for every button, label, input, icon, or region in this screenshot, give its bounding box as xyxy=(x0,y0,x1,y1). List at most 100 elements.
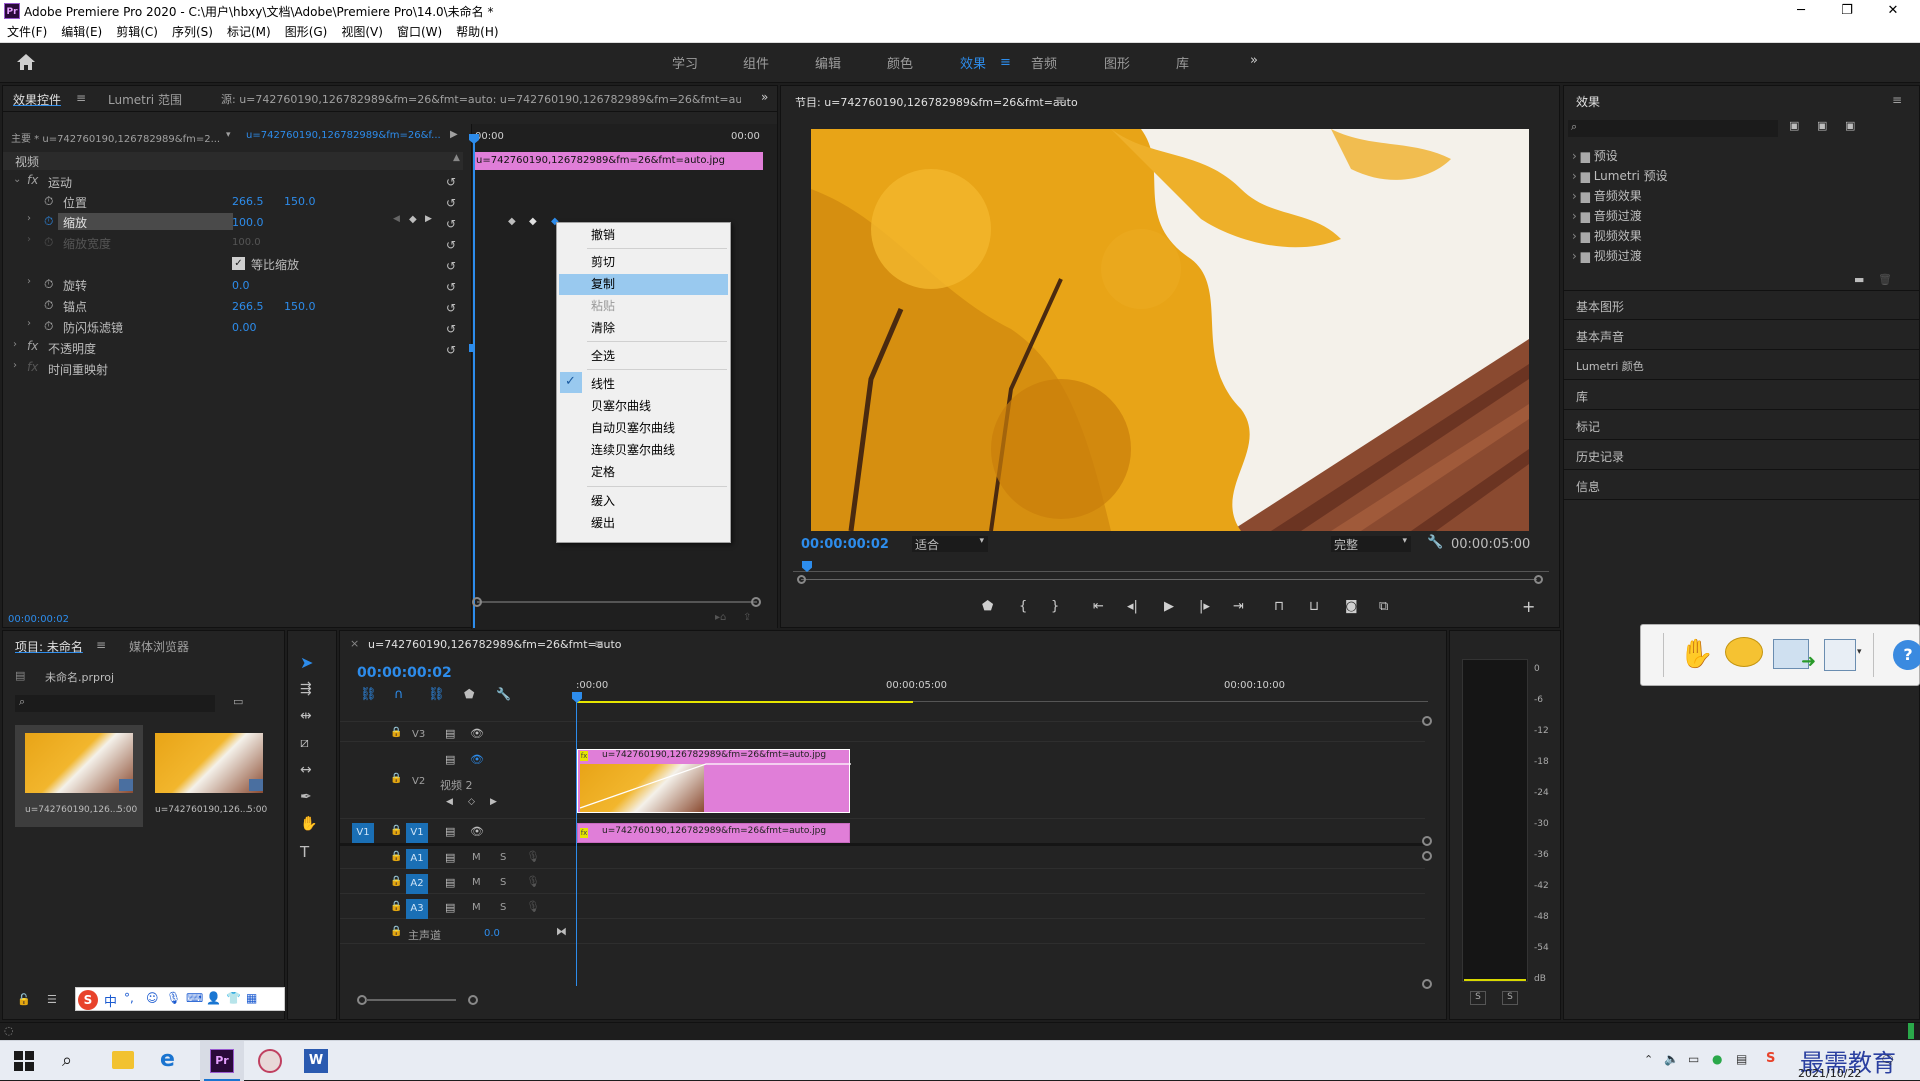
zoom-doc-icon[interactable] xyxy=(1824,639,1856,671)
comment-icon[interactable] xyxy=(1725,637,1763,667)
reset-opacity-icon[interactable]: ↺ xyxy=(446,340,456,361)
v-scroll-handle[interactable] xyxy=(1422,836,1432,846)
folder-audio-effects[interactable]: › ▆ 音频效果 xyxy=(1572,186,1668,206)
menu-item-cut[interactable]: 剪切 xyxy=(559,252,728,273)
chevron-down-icon[interactable]: ▾ xyxy=(1857,647,1862,657)
yuv-effects-icon[interactable]: ▣ xyxy=(1845,119,1855,132)
track-target-a1[interactable]: A1 xyxy=(406,849,428,869)
windows-start-icon[interactable] xyxy=(14,1051,34,1071)
user-icon[interactable]: 👤 xyxy=(206,991,221,1005)
reset-scale-icon[interactable]: ↺ xyxy=(446,214,456,235)
solo-a2[interactable]: S xyxy=(500,877,506,888)
compare-icon[interactable]: ⧉ xyxy=(1379,599,1388,614)
search-icon[interactable]: ⌕ xyxy=(62,1050,72,1071)
clip-label[interactable]: u=742760190,126782989&fm=26&f... xyxy=(246,130,441,141)
scale-value[interactable]: 100.0 xyxy=(232,216,264,229)
lock-icon[interactable]: 🔒 xyxy=(390,773,402,784)
menu-item-undo[interactable]: 撤销 xyxy=(559,225,728,246)
track-select-tool-icon[interactable]: ⇶ xyxy=(300,681,312,697)
program-ruler[interactable] xyxy=(793,562,1549,572)
h-scroll-bar[interactable] xyxy=(366,999,456,1001)
add-keyframe-icon[interactable]: ◇ xyxy=(468,797,475,807)
menu-item-hold[interactable]: 定格 xyxy=(559,462,728,483)
file-explorer-icon[interactable] xyxy=(112,1051,134,1069)
folder-audio-transitions[interactable]: › ▆ 音频过渡 xyxy=(1572,206,1668,226)
restore-button[interactable]: ❐ xyxy=(1824,0,1870,22)
kf-zoom-bar[interactable] xyxy=(477,601,757,603)
project-search-input[interactable] xyxy=(15,695,215,712)
word-icon[interactable]: W xyxy=(304,1049,328,1073)
panel-markers[interactable]: 标记 xyxy=(1576,418,1600,435)
chevron-down-icon[interactable]: ⌄ xyxy=(13,174,21,185)
network-icon[interactable]: ▭ xyxy=(1688,1052,1699,1066)
panel-history[interactable]: 历史记录 xyxy=(1576,448,1624,465)
go-to-in-icon[interactable]: ⇤ xyxy=(1093,599,1104,614)
workspace-tab-effects[interactable]: 效果 xyxy=(960,53,986,72)
wrench-icon[interactable]: 🔧 xyxy=(1427,535,1443,550)
tab-effect-controls[interactable]: 效果控件 xyxy=(13,91,61,108)
go-to-out-icon[interactable]: ⇥ xyxy=(1233,599,1244,614)
reset-scale-width-icon[interactable]: ↺ xyxy=(446,235,456,256)
help-icon[interactable]: ? xyxy=(1893,640,1920,670)
menu-item-bezier[interactable]: 贝塞尔曲线 xyxy=(559,396,728,417)
add-button-icon[interactable]: + xyxy=(1522,597,1535,616)
kf-clip-bar[interactable]: u=742760190,126782989&fm=26&fmt=auto.jpg xyxy=(473,152,763,170)
solo-a1[interactable]: S xyxy=(500,852,506,863)
panel-menu-icon[interactable]: ≡ xyxy=(76,91,86,105)
project-item[interactable]: u=742760190,126... 5:00 xyxy=(15,725,143,827)
chevron-right-icon[interactable]: › xyxy=(27,276,31,287)
ripple-edit-tool-icon[interactable]: ⇹ xyxy=(300,708,312,724)
snap-icon[interactable]: ∩ xyxy=(394,687,404,702)
h-scroll-handle-right[interactable] xyxy=(468,995,478,1005)
lock-icon[interactable]: 🔒 xyxy=(390,876,402,887)
panel-essential-graphics[interactable]: 基本图形 xyxy=(1576,298,1624,315)
premiere-taskbar-icon[interactable]: Pr xyxy=(210,1049,234,1073)
reset-uniform-icon[interactable]: ↺ xyxy=(446,256,456,277)
panel-menu-icon[interactable]: ≡ xyxy=(1055,93,1065,107)
fx-icon[interactable]: fx xyxy=(27,339,38,353)
source-patch-v1[interactable]: V1 xyxy=(352,823,374,843)
workspace-tab-learn[interactable]: 学习 xyxy=(672,53,698,72)
lock-icon[interactable]: 🔒 xyxy=(390,825,402,836)
chevron-right-icon[interactable]: › xyxy=(13,339,17,350)
ime-chinese-toggle[interactable]: 中 xyxy=(104,991,117,1010)
reset-position-icon[interactable]: ↺ xyxy=(446,193,456,214)
kf-zoom-handle-left[interactable] xyxy=(472,597,482,607)
camera-icon[interactable]: ◙ xyxy=(1345,599,1358,614)
minimize-button[interactable]: ─ xyxy=(1778,0,1824,22)
notification-icon[interactable]: 🗨 xyxy=(1880,1053,1895,1067)
rotation-value[interactable]: 0.0 xyxy=(232,279,250,292)
effect-controls-timecode[interactable]: 00:00:00:02 xyxy=(8,614,69,625)
list-view-icon[interactable]: ☰ xyxy=(47,993,57,1006)
program-zoom-right[interactable] xyxy=(1534,575,1543,584)
v-scroll-handle[interactable] xyxy=(1422,851,1432,861)
reset-motion-icon[interactable]: ↺ xyxy=(446,172,456,193)
panel-libraries[interactable]: 库 xyxy=(1576,388,1588,405)
wrench-icon[interactable]: 🔧 xyxy=(496,687,511,701)
kf-playhead[interactable] xyxy=(473,138,475,628)
menu-item-auto-bezier[interactable]: 自动贝塞尔曲线 xyxy=(559,418,728,439)
sync-lock-icon[interactable]: ▤ xyxy=(445,851,455,864)
pen-tool-icon[interactable]: ✒ xyxy=(300,789,312,805)
menu-view[interactable]: 视图(V) xyxy=(334,22,390,43)
folder-presets[interactable]: › ▆ 预设 xyxy=(1572,146,1668,166)
keyboard-icon[interactable]: ⌨ xyxy=(186,991,203,1005)
close-tab-icon[interactable]: × xyxy=(350,637,359,650)
panel-menu-icon[interactable]: ≡ xyxy=(96,638,106,652)
export-icon[interactable]: ⇪ xyxy=(743,612,751,623)
stopwatch-icon[interactable]: ⏱ xyxy=(44,319,53,334)
menu-item-continuous-bezier[interactable]: 连续贝塞尔曲线 xyxy=(559,440,728,461)
hand-tool-icon[interactable]: ✋ xyxy=(1679,637,1714,670)
selection-tool-icon[interactable]: ➤ xyxy=(300,653,313,672)
clip-v2-keyframe-line[interactable] xyxy=(578,750,851,814)
folder-video-effects[interactable]: › ▆ 视频效果 xyxy=(1572,226,1668,246)
mute-a2[interactable]: M xyxy=(472,877,481,888)
sync-lock-icon[interactable]: ▤ xyxy=(445,727,455,740)
mic-icon[interactable]: 🎙 xyxy=(526,900,540,913)
quality-dropdown[interactable]: 完整 ▾ xyxy=(1331,536,1411,552)
new-bin-icon[interactable]: ▬ xyxy=(1854,273,1864,286)
ime-punct-toggle[interactable]: °, xyxy=(124,991,134,1005)
timeline-playhead[interactable] xyxy=(576,696,577,986)
stopwatch-active-icon[interactable]: ⏱ xyxy=(44,214,53,229)
reset-anchor-icon[interactable]: ↺ xyxy=(446,298,456,319)
